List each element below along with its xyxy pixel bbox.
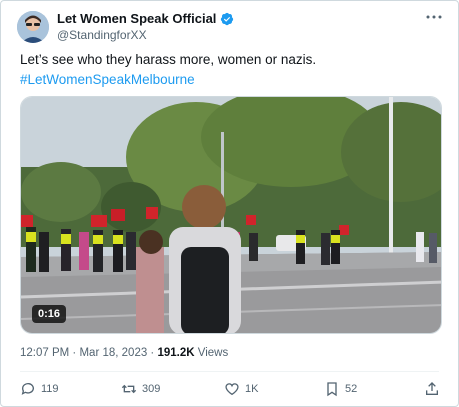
action-bar: 119 309 1K 52	[20, 381, 442, 401]
hashtag-link[interactable]: #LetWomenSpeakMelbourne	[20, 71, 440, 89]
retweet-count: 309	[142, 383, 161, 395]
tweet-time[interactable]: 12:07 PM	[20, 347, 69, 359]
more-dots-icon	[426, 15, 442, 19]
video-frame	[21, 97, 441, 333]
meta-separator: ·	[69, 347, 80, 359]
video-duration: 0:16	[32, 305, 67, 323]
reply-icon	[21, 383, 34, 395]
author-handle[interactable]: @StandingforXX	[57, 28, 147, 42]
bookmark-count: 52	[345, 383, 358, 395]
more-options-button[interactable]	[424, 9, 444, 25]
tweet-meta: 12:07 PM · Mar 18, 2023 · 191.2K Views	[20, 347, 228, 359]
meta-separator-2: ·	[147, 347, 158, 359]
share-button[interactable]	[424, 381, 440, 397]
tweet-card: Let Women Speak Official @StandingforXX …	[0, 0, 459, 407]
avatar[interactable]	[17, 11, 49, 43]
like-count: 1K	[245, 383, 259, 395]
bookmark-button[interactable]: 52	[324, 381, 357, 397]
views-count[interactable]: 191.2K	[157, 347, 194, 359]
verified-badge-icon	[221, 12, 234, 25]
views-label: Views	[194, 347, 229, 359]
heart-icon	[225, 383, 239, 396]
reply-count: 119	[41, 383, 59, 395]
tweet-date[interactable]: Mar 18, 2023	[79, 347, 147, 359]
tweet-body: Let’s see who they harass more, women or…	[20, 52, 317, 67]
author-name-row: Let Women Speak Official	[57, 11, 234, 26]
video-player[interactable]: 0:16	[20, 96, 442, 334]
share-icon	[426, 382, 438, 395]
retweet-button[interactable]: 309	[121, 381, 160, 397]
reply-button[interactable]: 119	[20, 381, 59, 397]
tweet-text: Let’s see who they harass more, women or…	[20, 51, 440, 89]
like-button[interactable]: 1K	[224, 381, 258, 397]
retweet-icon	[121, 384, 137, 394]
bookmark-icon	[327, 382, 337, 397]
author-display-name[interactable]: Let Women Speak Official	[57, 11, 216, 26]
divider	[20, 371, 439, 372]
